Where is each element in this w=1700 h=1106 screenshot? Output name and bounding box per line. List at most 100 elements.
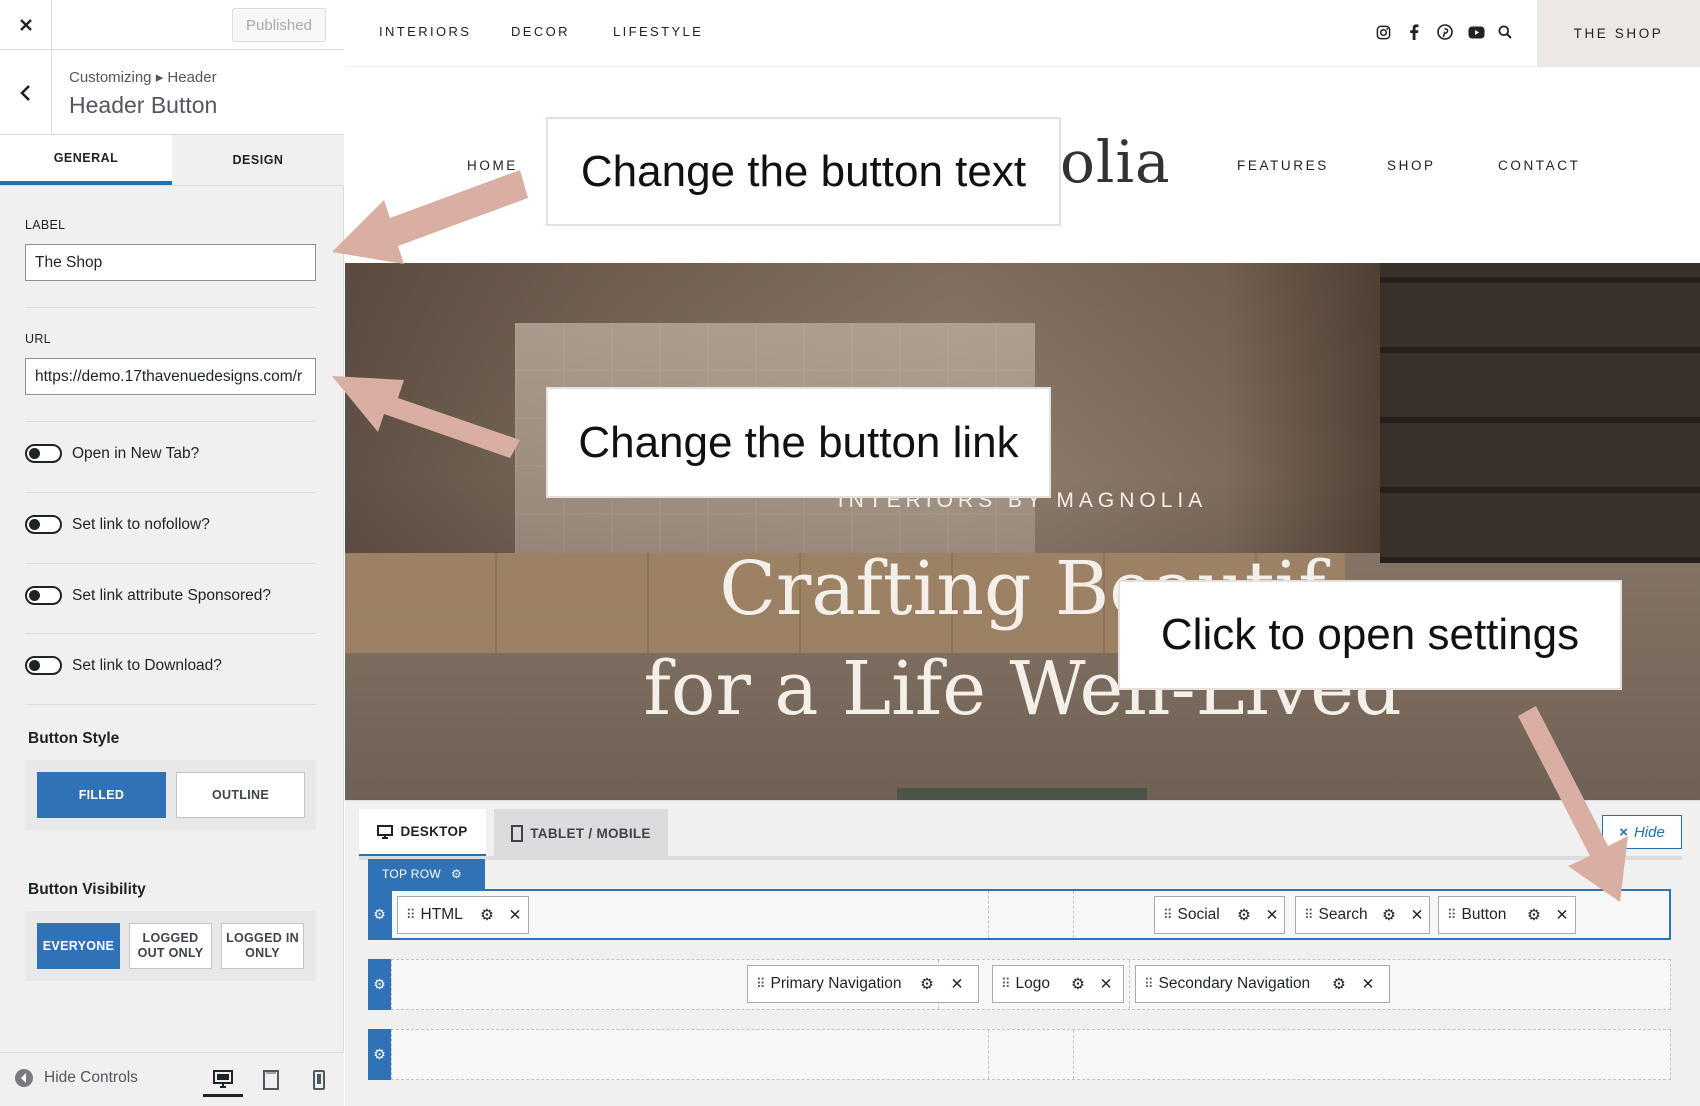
gear-icon: ⚙ — [373, 1046, 386, 1062]
url-input[interactable]: https://demo.17thavenuedesigns.com/r — [25, 358, 316, 395]
gear-icon[interactable]: ⚙ — [1069, 975, 1087, 993]
divider — [25, 307, 316, 308]
gear-icon[interactable]: ⚙ — [1525, 906, 1543, 924]
column-divider — [988, 891, 989, 938]
instagram-icon[interactable] — [1373, 22, 1393, 42]
drag-handle-icon[interactable]: ⠿ — [406, 907, 415, 923]
nav-link-shop[interactable]: SHOP — [1387, 158, 1436, 173]
close-icon[interactable]: ✕ — [1553, 906, 1571, 924]
nav-link-decor[interactable]: DECOR — [511, 24, 570, 39]
tab-general[interactable]: GENERAL — [0, 135, 172, 185]
toggle-download[interactable]: Set link to Download? — [25, 656, 222, 675]
gear-icon[interactable]: ⚙ — [1380, 906, 1398, 924]
hide-builder-button[interactable]: × Hide — [1602, 815, 1682, 849]
builder-item-html[interactable]: ⠿ HTML ⚙ ✕ — [397, 896, 529, 934]
customizer-panel: Published Customizing ▸ Header Header Bu… — [0, 0, 344, 1106]
gear-icon: ⚙ — [373, 976, 386, 992]
breadcrumb: Customizing ▸ Header — [69, 69, 217, 86]
desktop-icon — [377, 824, 394, 839]
column-divider — [1073, 1030, 1074, 1079]
bottom-row-settings[interactable]: ⚙ — [368, 1029, 391, 1080]
button-style-title: Button Style — [28, 730, 120, 747]
label-input[interactable]: The Shop — [25, 244, 316, 281]
toggle-switch[interactable] — [25, 444, 62, 463]
drag-handle-icon[interactable]: ⠿ — [1001, 976, 1010, 992]
the-shop-button[interactable]: THE SHOP — [1537, 0, 1700, 67]
close-icon[interactable]: ✕ — [1263, 906, 1281, 924]
drag-handle-icon[interactable]: ⠿ — [1163, 907, 1172, 923]
nav-link-contact[interactable]: CONTACT — [1498, 158, 1580, 173]
builder-item-secondary-navigation[interactable]: ⠿ Secondary Navigation ⚙ ✕ — [1135, 965, 1390, 1003]
top-row[interactable]: ⠿ HTML ⚙ ✕ ⠿ Social ⚙ ✕ ⠿ Search ⚙ ✕ ⠿ B… — [391, 889, 1671, 940]
published-button[interactable]: Published — [232, 8, 326, 42]
builder-item-primary-navigation[interactable]: ⠿ Primary Navigation ⚙ ✕ — [747, 965, 979, 1003]
bottom-row[interactable] — [391, 1029, 1671, 1080]
column-divider — [988, 1030, 989, 1079]
hero-bar — [897, 788, 1147, 800]
divider — [25, 704, 316, 705]
builder-item-search[interactable]: ⠿ Search ⚙ ✕ — [1295, 896, 1430, 934]
item-label: Social — [1177, 906, 1220, 923]
top-row-label[interactable]: TOP ROW ⚙ — [368, 859, 485, 889]
drag-handle-icon[interactable]: ⠿ — [756, 976, 765, 992]
item-label: HTML — [420, 906, 463, 923]
hide-controls-button[interactable]: Hide Controls — [14, 1068, 138, 1088]
button-visibility-group: EVERYONE LOGGED OUT ONLY LOGGED IN ONLY — [25, 911, 316, 981]
tablet-preview-icon[interactable] — [251, 1063, 291, 1097]
drag-handle-icon[interactable]: ⠿ — [1144, 976, 1153, 992]
search-icon[interactable] — [1495, 22, 1515, 42]
back-arrow-icon[interactable] — [0, 50, 52, 135]
nav-link-lifestyle[interactable]: LIFESTYLE — [613, 24, 703, 39]
item-label: Button — [1461, 906, 1507, 923]
tab-design[interactable]: DESIGN — [172, 135, 344, 185]
main-row[interactable]: ⠿ Primary Navigation ⚙ ✕ ⠿ Logo ⚙ ✕ ⠿ Se… — [391, 959, 1671, 1010]
site-logo[interactable]: olia — [1060, 128, 1171, 196]
top-row-settings[interactable]: ⚙ — [368, 889, 391, 940]
collapse-icon — [15, 1069, 33, 1087]
builder-item-social[interactable]: ⠿ Social ⚙ ✕ — [1154, 896, 1285, 934]
gear-icon[interactable]: ⚙ — [478, 906, 496, 924]
close-icon[interactable]: ✕ — [948, 975, 966, 993]
toggle-nofollow[interactable]: Set link to nofollow? — [25, 515, 210, 534]
nav-link-home[interactable]: HOME — [467, 158, 518, 173]
drag-handle-icon[interactable]: ⠿ — [1304, 907, 1313, 923]
close-icon[interactable]: ✕ — [1359, 975, 1377, 993]
facebook-icon[interactable] — [1404, 22, 1424, 42]
toggle-switch[interactable] — [25, 515, 62, 534]
visibility-everyone-button[interactable]: EVERYONE — [37, 923, 120, 969]
gear-icon[interactable]: ⚙ — [1235, 906, 1253, 924]
nav-link-features[interactable]: FEATURES — [1237, 158, 1329, 173]
builder-divider — [359, 856, 1682, 860]
divider — [25, 421, 316, 422]
nav-link-interiors[interactable]: INTERIORS — [379, 24, 471, 39]
tab-tablet-mobile[interactable]: TABLET / MOBILE — [494, 809, 668, 857]
pinterest-icon[interactable] — [1435, 22, 1455, 42]
column-divider — [1129, 960, 1130, 1009]
close-icon[interactable]: ✕ — [506, 906, 524, 924]
toggle-switch[interactable] — [25, 656, 62, 675]
style-outline-button[interactable]: OUTLINE — [176, 772, 305, 818]
main-row-settings[interactable]: ⚙ — [368, 959, 391, 1010]
url-field-label: URL — [25, 332, 51, 346]
toggle-new-tab[interactable]: Open in New Tab? — [25, 444, 199, 463]
toggle-label: Set link attribute Sponsored? — [72, 586, 272, 604]
visibility-logged-out-button[interactable]: LOGGED OUT ONLY — [129, 923, 212, 969]
drag-handle-icon[interactable]: ⠿ — [1447, 907, 1456, 923]
style-filled-button[interactable]: FILLED — [37, 772, 166, 818]
toggle-sponsored[interactable]: Set link attribute Sponsored? — [25, 586, 271, 605]
divider — [25, 633, 316, 634]
close-icon[interactable] — [0, 0, 52, 50]
visibility-logged-in-button[interactable]: LOGGED IN ONLY — [221, 923, 304, 969]
builder-item-logo[interactable]: ⠿ Logo ⚙ ✕ — [992, 965, 1124, 1003]
youtube-icon[interactable] — [1466, 22, 1486, 42]
hero-shelving — [1380, 263, 1700, 563]
close-icon[interactable]: ✕ — [1097, 975, 1115, 993]
desktop-preview-icon[interactable] — [203, 1063, 243, 1097]
close-icon[interactable]: ✕ — [1408, 906, 1426, 924]
builder-item-button[interactable]: ⠿ Button ⚙ ✕ — [1438, 896, 1576, 934]
gear-icon[interactable]: ⚙ — [918, 975, 936, 993]
toggle-switch[interactable] — [25, 586, 62, 605]
mobile-preview-icon[interactable] — [299, 1063, 339, 1097]
gear-icon[interactable]: ⚙ — [1330, 975, 1348, 993]
tab-desktop[interactable]: DESKTOP — [359, 809, 486, 857]
